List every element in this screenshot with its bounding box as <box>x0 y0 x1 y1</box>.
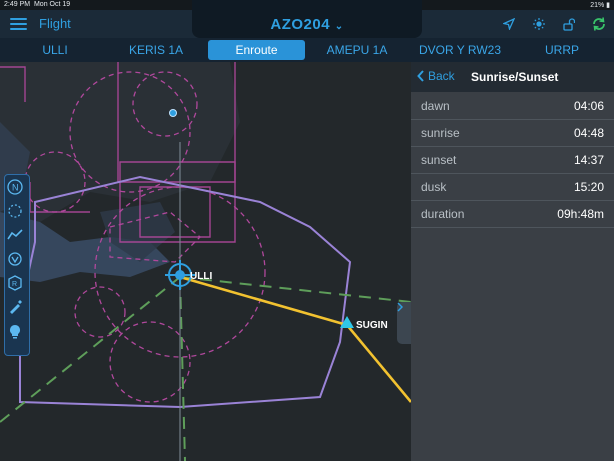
row-dusk: dusk 15:20 <box>411 174 614 201</box>
hamburger-menu-icon[interactable] <box>10 18 27 30</box>
flight-phase-tabs: ULLI KERIS 1A Enroute AMEPU 1A DVOR Y RW… <box>0 38 614 62</box>
sunrise-sunset-panel: Back Sunrise/Sunset dawn 04:06 sunrise 0… <box>411 62 614 461</box>
map-toolbar: N R <box>4 174 30 356</box>
row-value: 04:48 <box>573 126 604 140</box>
back-label[interactable]: Back <box>428 69 455 83</box>
row-value: 14:37 <box>573 153 604 167</box>
row-label: dawn <box>421 99 450 113</box>
battery-percent: 21% <box>590 2 605 9</box>
panel-header: Back Sunrise/Sunset <box>411 62 614 92</box>
status-time-date: 2:49 PM Mon Oct 19 <box>4 1 70 8</box>
panel-collapse-handle[interactable] <box>397 302 411 344</box>
vor-icon[interactable] <box>7 251 27 271</box>
back-button[interactable]: Back <box>417 69 455 83</box>
status-time: 2:49 PM <box>4 1 31 8</box>
route-icon[interactable] <box>7 227 27 247</box>
sync-icon[interactable] <box>590 15 608 33</box>
route-line <box>179 275 411 403</box>
airways <box>0 276 411 461</box>
tab-amepu-1a[interactable]: AMEPU 1A <box>312 40 402 60</box>
panel-title: Sunrise/Sunset <box>471 70 559 84</box>
brightness-icon[interactable] <box>530 15 548 33</box>
map-canvas[interactable]: ULLI SUGIN <box>0 62 411 461</box>
flight-label[interactable]: Flight <box>39 16 71 31</box>
top-bar: Flight AZO204 ⌄ <box>0 0 614 38</box>
flight-selector[interactable]: AZO204 ⌄ <box>192 0 422 38</box>
status-battery: 21% ▮ <box>590 2 610 9</box>
flight-title-text[interactable]: AZO204 <box>270 16 330 33</box>
airport-label: ULLI <box>190 271 212 282</box>
row-dawn: dawn 04:06 <box>411 93 614 120</box>
map-view[interactable]: ULLI SUGIN N R <box>0 62 411 461</box>
row-sunset: sunset 14:37 <box>411 147 614 174</box>
north-up-icon[interactable]: N <box>7 179 27 199</box>
sun-times-list: dawn 04:06 sunrise 04:48 sunset 14:37 du… <box>411 93 614 228</box>
row-label: dusk <box>421 180 447 194</box>
svg-text:R: R <box>12 281 17 288</box>
row-duration: duration 09h:48m <box>411 201 614 228</box>
chevron-right-icon <box>397 302 403 312</box>
tab-keris-1a[interactable]: KERIS 1A <box>110 40 202 60</box>
status-date: Mon Oct 19 <box>33 1 71 8</box>
row-label: sunrise <box>421 126 460 140</box>
row-sunrise: sunrise 04:48 <box>411 120 614 147</box>
bulb-icon[interactable] <box>7 323 27 343</box>
restricted-icon[interactable]: R <box>7 275 27 295</box>
chevron-down-icon: ⌄ <box>334 21 344 32</box>
tab-enroute[interactable]: Enroute <box>208 40 305 60</box>
top-icons <box>500 15 608 33</box>
flight-title[interactable]: AZO204 ⌄ <box>192 16 422 33</box>
waypoint-label: SUGIN <box>356 320 388 331</box>
range-ring-icon[interactable] <box>7 203 27 223</box>
tab-ulli[interactable]: ULLI <box>10 40 100 60</box>
unlock-icon[interactable] <box>560 15 578 33</box>
svg-text:N: N <box>12 183 19 193</box>
row-value: 04:06 <box>573 99 604 113</box>
location-arrow-icon[interactable] <box>500 15 518 33</box>
row-value: 09h:48m <box>557 207 604 221</box>
row-label: duration <box>421 207 465 221</box>
pencil-icon[interactable] <box>7 299 27 319</box>
tab-urrp[interactable]: URRP <box>520 40 604 60</box>
tab-dvor-y-rw23[interactable]: DVOR Y RW23 <box>405 40 515 60</box>
row-label: sunset <box>421 153 457 167</box>
chevron-left-icon <box>417 70 424 82</box>
row-value: 15:20 <box>573 180 604 194</box>
